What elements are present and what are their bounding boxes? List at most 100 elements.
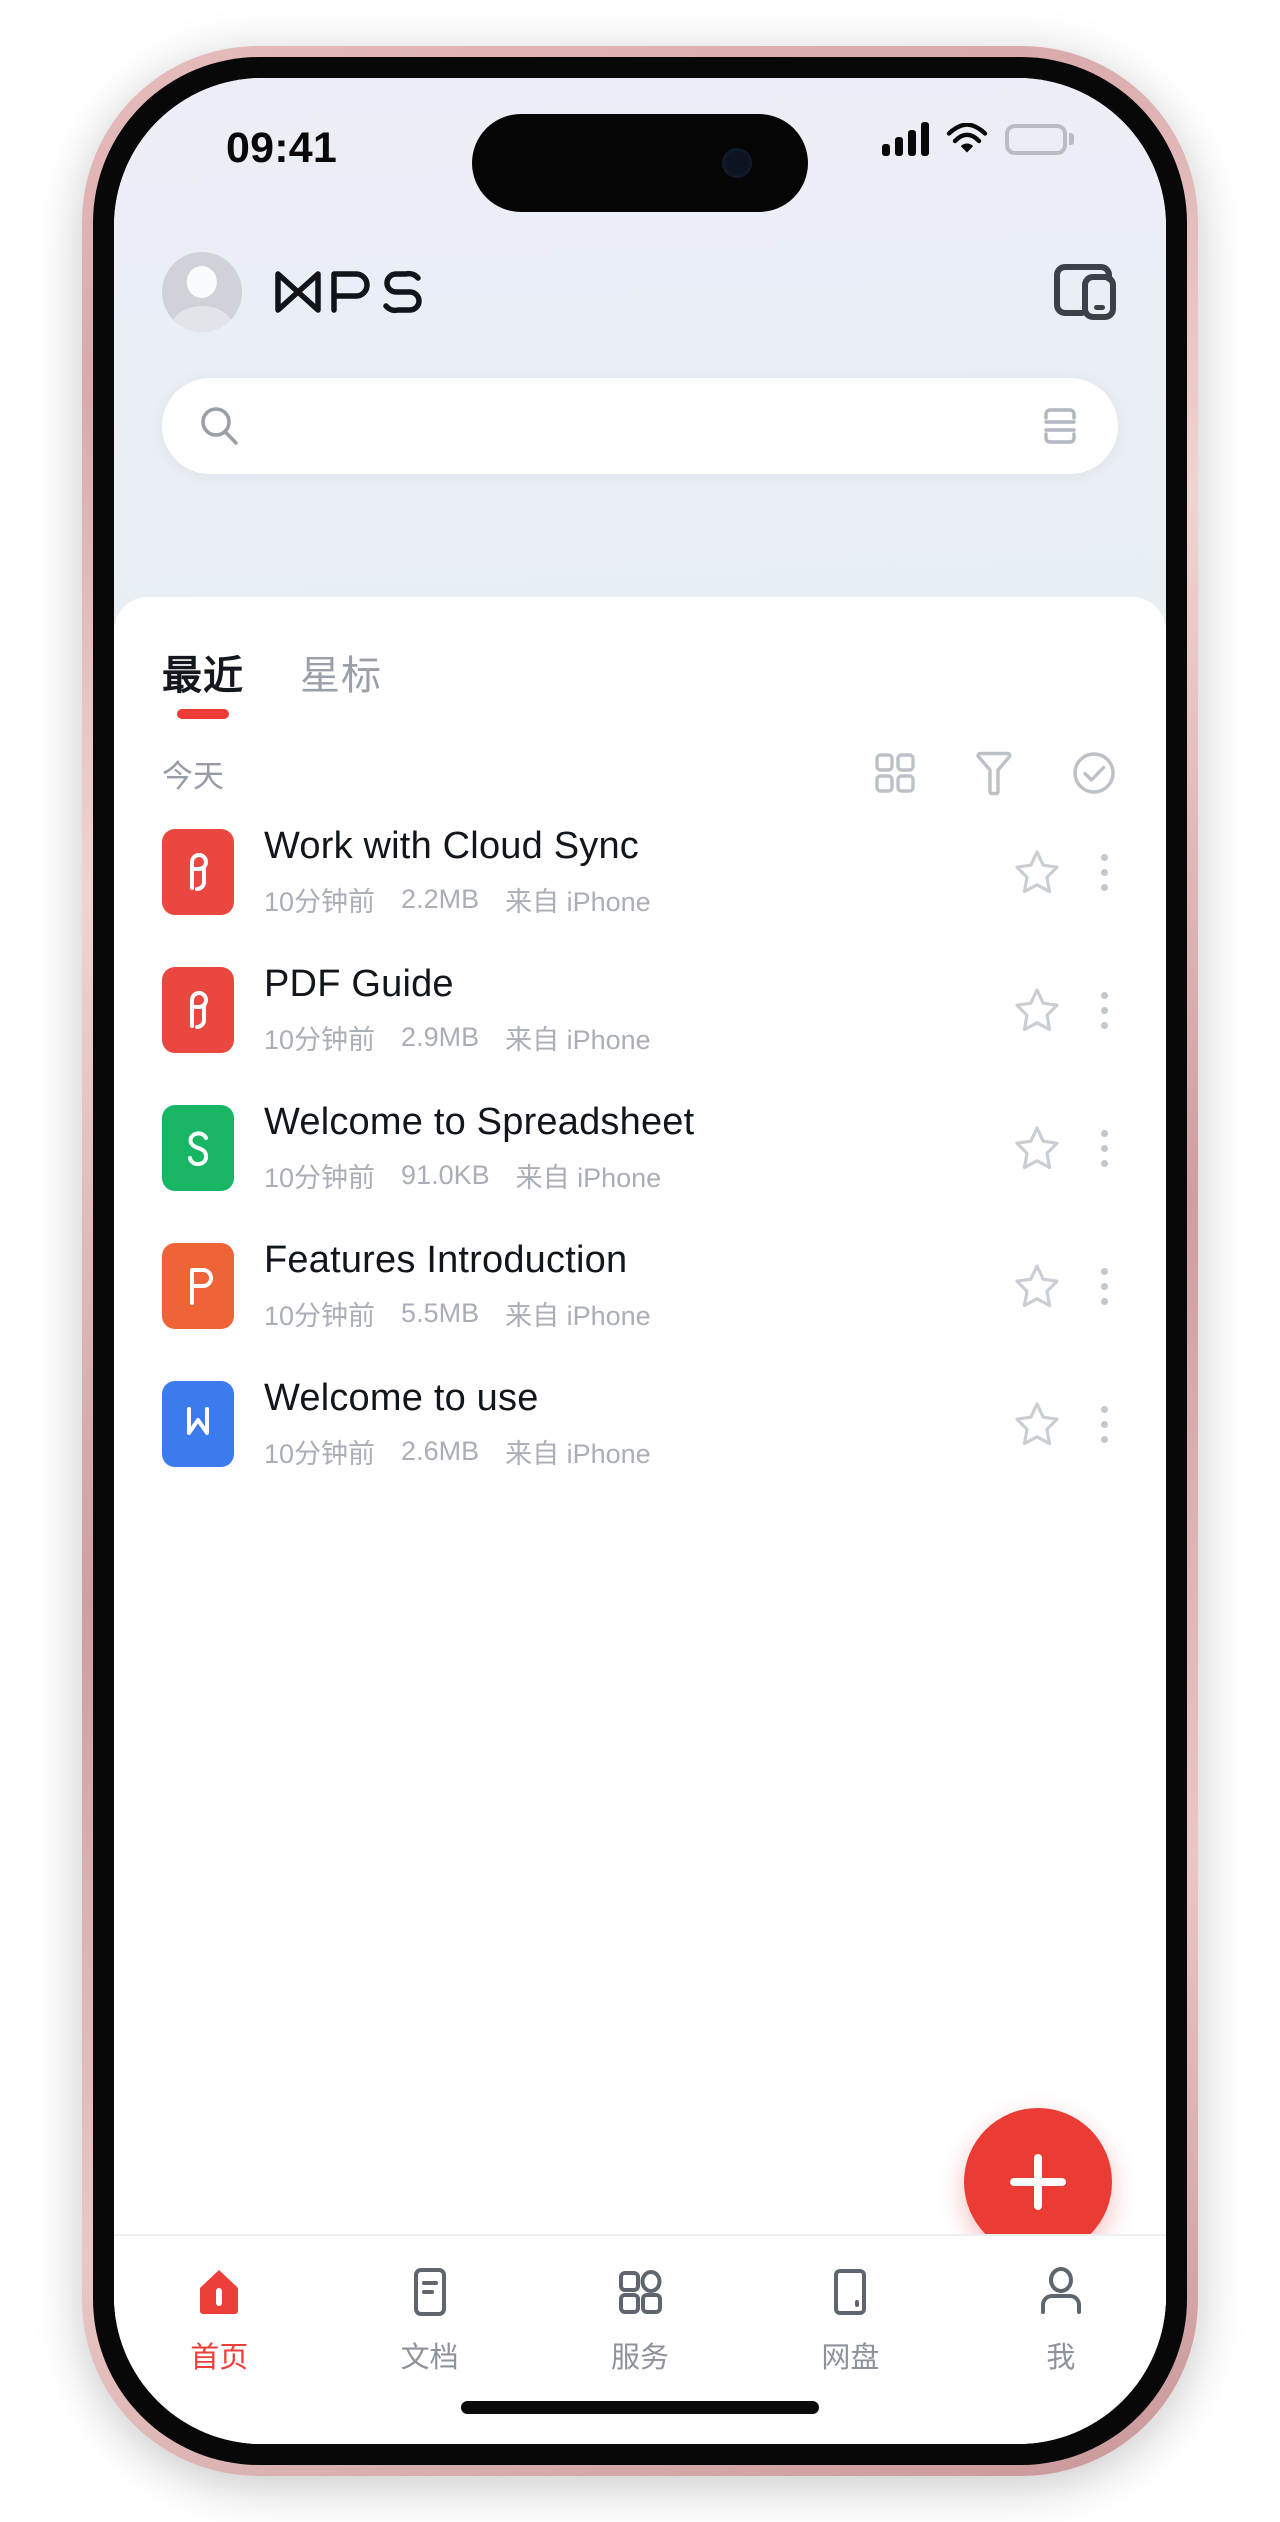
nav-item-profile[interactable]: 我	[956, 2264, 1166, 2376]
tab-starred-label: 星标	[300, 654, 382, 698]
status-time: 09:41	[226, 124, 337, 172]
avatar-head	[186, 265, 218, 298]
table-row[interactable]: Features Introduction 10分钟前 5.5MB 来自 iPh…	[114, 1217, 1166, 1355]
dynamic-island	[472, 114, 808, 212]
section-header: 今天	[114, 723, 1166, 797]
file-size: 91.0KB	[401, 1160, 490, 1190]
file-time: 10分钟前	[264, 1439, 376, 1469]
nav-label-home: 首页	[190, 2342, 249, 2374]
table-row[interactable]: Work with Cloud Sync 10分钟前 2.2MB 来自 iPho…	[114, 803, 1166, 941]
battery-full-icon	[1005, 123, 1074, 155]
grid-view-icon[interactable]	[872, 750, 918, 796]
wifi-icon	[946, 123, 988, 153]
section-label: 今天	[162, 758, 224, 794]
section-actions	[872, 749, 1118, 797]
spreadsheet-file-icon	[162, 1105, 234, 1191]
tab-recent[interactable]: 最近	[162, 643, 244, 723]
file-meta: 10分钟前 2.6MB 来自 iPhone	[264, 1432, 1012, 1471]
file-size: 2.6MB	[401, 1436, 480, 1466]
more-options-icon[interactable]	[1096, 1405, 1118, 1443]
more-options-icon[interactable]	[1096, 1267, 1118, 1305]
content-card: 最近 星标 今天 Work with Cloud Sync 10分钟前 2.2M…	[114, 597, 1166, 2296]
pdf-file-icon	[162, 967, 234, 1053]
tab-starred[interactable]: 星标	[300, 643, 382, 723]
search-icon	[201, 407, 238, 445]
presentation-file-icon	[162, 1243, 234, 1329]
file-source: 来自 iPhone	[505, 1439, 651, 1469]
file-title: Features Introduction	[264, 1239, 628, 1281]
cloud-drive-icon	[834, 2269, 867, 2315]
file-title: Work with Cloud Sync	[264, 825, 639, 867]
nav-item-cloud-drive[interactable]: 网盘	[745, 2264, 955, 2376]
file-time: 10分钟前	[264, 1301, 376, 1331]
star-icon[interactable]	[1012, 1123, 1062, 1173]
phone-bezel: 09:41 最近 星标 今天 Work with Cloud Sync 10分钟…	[93, 57, 1187, 2465]
file-time: 10分钟前	[264, 887, 376, 917]
file-source: 来自 iPhone	[505, 1301, 651, 1331]
file-source: 来自 iPhone	[505, 887, 651, 917]
star-icon[interactable]	[1012, 847, 1062, 897]
app-header	[114, 206, 1166, 378]
file-size: 2.2MB	[401, 884, 480, 914]
file-info: Welcome to use 10分钟前 2.6MB 来自 iPhone	[264, 1377, 1012, 1471]
home-icon	[200, 2270, 239, 2314]
file-time: 10分钟前	[264, 1025, 376, 1055]
search-bar[interactable]	[162, 378, 1118, 474]
file-title: PDF Guide	[264, 963, 454, 1005]
file-size: 2.9MB	[401, 1022, 480, 1052]
filter-funnel-icon[interactable]	[972, 749, 1016, 797]
cellular-signal-icon	[882, 122, 929, 156]
file-info: PDF Guide 10分钟前 2.9MB 来自 iPhone	[264, 963, 1012, 1057]
file-source: 来自 iPhone	[505, 1025, 651, 1055]
table-row[interactable]: PDF Guide 10分钟前 2.9MB 来自 iPhone	[114, 941, 1166, 1079]
more-options-icon[interactable]	[1096, 853, 1118, 891]
front-camera-icon	[722, 148, 752, 178]
file-info: Work with Cloud Sync 10分钟前 2.2MB 来自 iPho…	[264, 825, 1012, 919]
services-grid-icon	[619, 2270, 663, 2314]
file-meta: 10分钟前 2.9MB 来自 iPhone	[264, 1018, 1012, 1057]
home-indicator[interactable]	[461, 2401, 819, 2414]
nav-item-home[interactable]: 首页	[114, 2264, 324, 2376]
document-scan-icon[interactable]	[1038, 404, 1082, 448]
document-icon	[413, 2268, 446, 2316]
star-icon[interactable]	[1012, 1399, 1062, 1449]
file-meta: 10分钟前 5.5MB 来自 iPhone	[264, 1294, 1012, 1333]
plus-icon-vertical	[1034, 2154, 1042, 2210]
file-title: Welcome to use	[264, 1377, 539, 1419]
check-circle-icon[interactable]	[1070, 749, 1118, 797]
file-info: Welcome to Spreadsheet 10分钟前 91.0KB 来自 i…	[264, 1101, 1012, 1195]
nav-item-services[interactable]: 服务	[535, 2264, 745, 2376]
file-size: 5.5MB	[401, 1298, 480, 1328]
more-options-icon[interactable]	[1096, 1129, 1118, 1167]
avatar-body	[171, 306, 233, 332]
nav-label-documents: 文档	[400, 2342, 459, 2374]
star-icon[interactable]	[1012, 985, 1062, 1035]
table-row[interactable]: Welcome to use 10分钟前 2.6MB 来自 iPhone	[114, 1355, 1166, 1493]
nav-label-cloud-drive: 网盘	[821, 2342, 880, 2374]
nav-label-profile: 我	[1046, 2342, 1076, 2374]
file-time: 10分钟前	[264, 1163, 376, 1193]
status-indicators	[882, 122, 1074, 156]
file-title: Welcome to Spreadsheet	[264, 1101, 695, 1143]
phone-frame: 09:41 最近 星标 今天 Work with Cloud Sync 10分钟…	[82, 46, 1198, 2476]
search-input[interactable]	[266, 407, 1038, 445]
document-file-icon	[162, 1381, 234, 1467]
star-icon[interactable]	[1012, 1261, 1062, 1311]
more-options-icon[interactable]	[1096, 991, 1118, 1029]
avatar[interactable]	[162, 252, 242, 332]
profile-icon	[1040, 2267, 1081, 2314]
pdf-file-icon	[162, 829, 234, 915]
file-info: Features Introduction 10分钟前 5.5MB 来自 iPh…	[264, 1239, 1012, 1333]
tab-recent-label: 最近	[162, 654, 244, 698]
nav-label-services: 服务	[611, 2342, 670, 2374]
file-meta: 10分钟前 91.0KB 来自 iPhone	[264, 1156, 1012, 1195]
tab-bar: 最近 星标	[114, 597, 1166, 723]
file-source: 来自 iPhone	[515, 1163, 662, 1193]
file-meta: 10分钟前 2.2MB 来自 iPhone	[264, 880, 1012, 919]
multi-screen-cast-icon[interactable]	[1052, 261, 1118, 323]
phone-screen: 09:41 最近 星标 今天 Work with Cloud Sync 10分钟…	[114, 78, 1166, 2444]
file-list: Work with Cloud Sync 10分钟前 2.2MB 来自 iPho…	[114, 797, 1166, 1493]
table-row[interactable]: Welcome to Spreadsheet 10分钟前 91.0KB 来自 i…	[114, 1079, 1166, 1217]
status-bar: 09:41	[114, 78, 1166, 212]
nav-item-documents[interactable]: 文档	[324, 2264, 534, 2376]
